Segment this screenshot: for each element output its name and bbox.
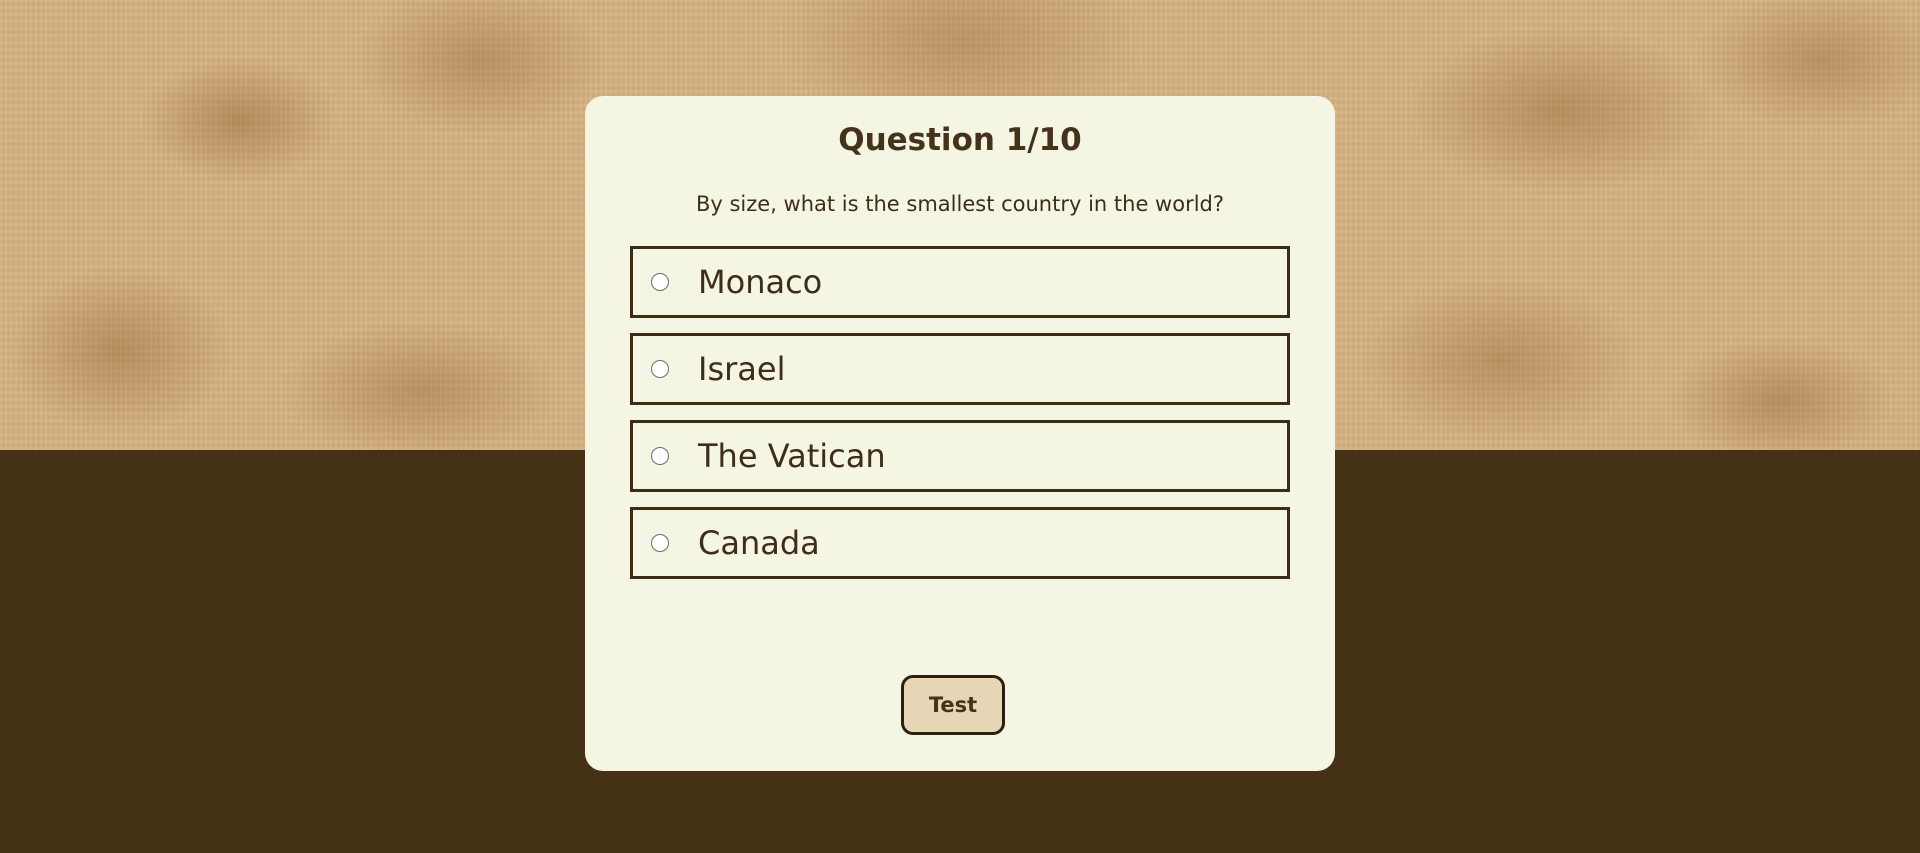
radio-icon[interactable] [651,534,669,552]
answer-label: Canada [698,524,820,562]
radio-icon[interactable] [651,273,669,291]
answer-option-canada[interactable]: Canada [630,507,1290,579]
quiz-card: Question 1/10 By size, what is the small… [585,96,1335,771]
test-button[interactable]: Test [901,675,1005,735]
question-counter: Question 1/10 [838,122,1082,158]
answer-option-vatican[interactable]: The Vatican [630,420,1290,492]
radio-icon[interactable] [651,360,669,378]
answer-option-israel[interactable]: Israel [630,333,1290,405]
answer-label: Israel [698,350,786,388]
answer-label: Monaco [698,263,823,301]
question-text: By size, what is the smallest country in… [695,192,1225,216]
answer-label: The Vatican [698,437,886,475]
radio-icon[interactable] [651,447,669,465]
answer-option-monaco[interactable]: Monaco [630,246,1290,318]
